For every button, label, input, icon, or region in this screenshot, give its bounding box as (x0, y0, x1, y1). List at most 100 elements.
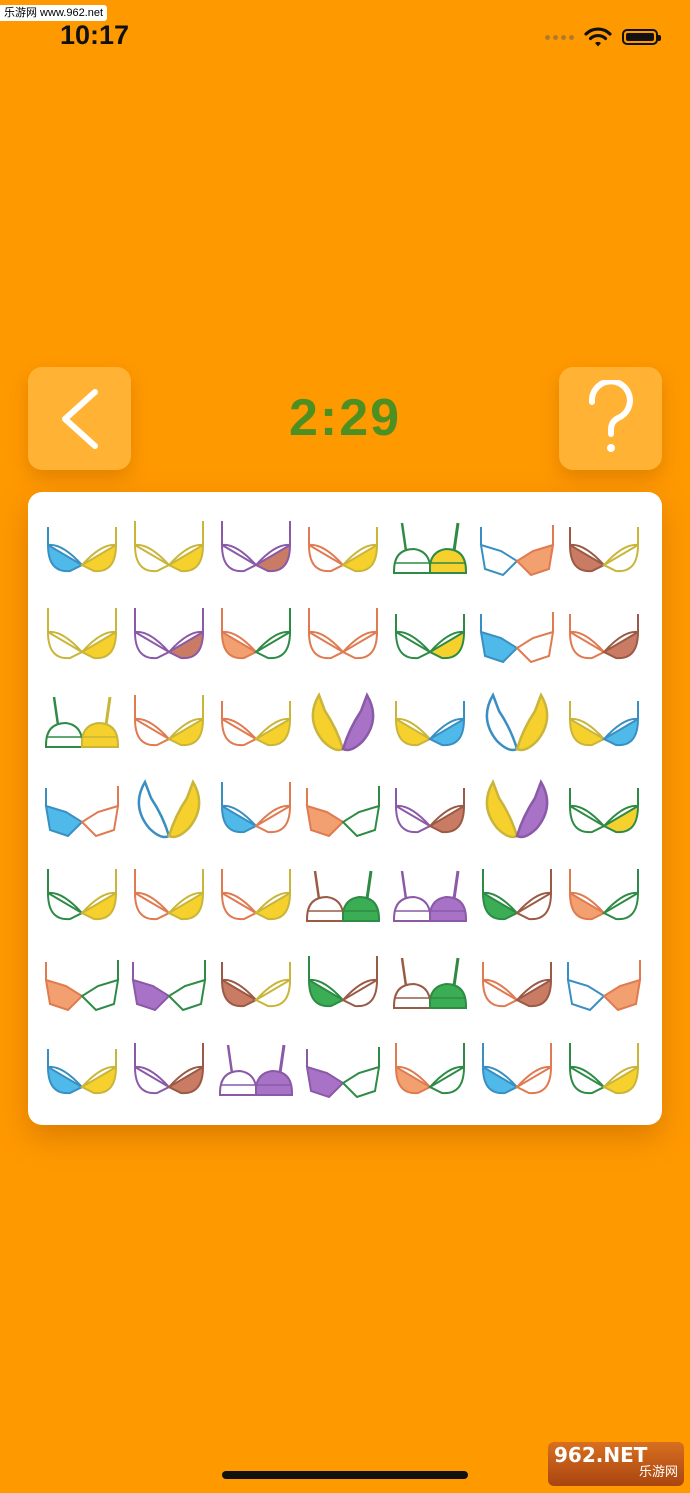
game-tile[interactable] (38, 854, 125, 941)
game-tile[interactable] (473, 680, 560, 767)
bra-icon (479, 611, 554, 663)
game-tile[interactable] (386, 941, 473, 1028)
game-tile[interactable] (125, 593, 212, 680)
bra-icon (394, 700, 465, 746)
game-tile[interactable] (560, 680, 647, 767)
game-tile[interactable] (299, 854, 386, 941)
game-tile[interactable] (38, 680, 125, 767)
bra-icon (568, 526, 639, 572)
bra-icon (44, 696, 119, 748)
game-tile[interactable] (212, 854, 299, 941)
game-tile[interactable] (212, 767, 299, 854)
question-mark-icon (588, 379, 633, 452)
help-button[interactable] (559, 367, 662, 470)
cellular-signal-icon (545, 34, 574, 40)
bra-icon (133, 694, 204, 746)
bra-icon (305, 870, 380, 922)
game-tile[interactable] (473, 593, 560, 680)
game-tile[interactable] (560, 767, 647, 854)
game-tile[interactable] (473, 506, 560, 593)
bra-icon (133, 1042, 204, 1094)
game-tile[interactable] (299, 680, 386, 767)
game-tile[interactable] (38, 767, 125, 854)
game-tile[interactable] (38, 1028, 125, 1115)
bra-icon (568, 868, 639, 920)
battery-icon (622, 29, 661, 45)
game-tile[interactable] (125, 506, 212, 593)
game-tile[interactable] (212, 593, 299, 680)
game-tile[interactable] (560, 1028, 647, 1115)
bra-icon (220, 607, 291, 659)
game-tile[interactable] (473, 1028, 560, 1115)
bra-icon (394, 613, 465, 659)
game-tile[interactable] (386, 680, 473, 767)
bra-icon (566, 959, 641, 1011)
bra-icon (307, 955, 378, 1007)
game-tile[interactable] (299, 593, 386, 680)
bra-icon (481, 1042, 552, 1094)
game-tile[interactable] (125, 680, 212, 767)
bra-icon (131, 959, 206, 1011)
bra-icon (392, 522, 467, 574)
game-tile[interactable] (212, 941, 299, 1028)
home-indicator[interactable] (222, 1471, 468, 1479)
bra-icon (394, 787, 465, 833)
game-tile[interactable] (560, 854, 647, 941)
bra-icon (479, 524, 554, 576)
bra-icon (307, 526, 378, 572)
game-tile[interactable] (125, 854, 212, 941)
bra-icon (46, 868, 117, 920)
game-tile[interactable] (473, 854, 560, 941)
bra-icon (568, 613, 639, 659)
bra-icon (392, 870, 467, 922)
watermark-top: 乐游网 www.962.net (0, 5, 108, 21)
bra-icon (394, 1042, 465, 1094)
game-tile[interactable] (386, 767, 473, 854)
watermark-sub: 乐游网 (638, 1465, 678, 1480)
bra-icon (568, 1042, 639, 1094)
game-tile[interactable] (473, 941, 560, 1028)
game-tile[interactable] (125, 941, 212, 1028)
bra-icon (46, 526, 117, 572)
bra-icon (46, 607, 117, 659)
game-tile[interactable] (212, 680, 299, 767)
game-tile[interactable] (299, 941, 386, 1028)
game-tile[interactable] (560, 506, 647, 593)
bra-icon (305, 1046, 380, 1098)
bra-icon (46, 1048, 117, 1094)
bra-icon (133, 607, 204, 659)
bra-icon (44, 785, 119, 837)
game-tile[interactable] (125, 1028, 212, 1115)
game-tile[interactable] (473, 767, 560, 854)
bra-icon (220, 781, 291, 833)
game-tile[interactable] (560, 941, 647, 1028)
bra-icon (220, 700, 291, 746)
game-tile[interactable] (386, 854, 473, 941)
tile-grid (38, 506, 647, 1115)
game-tile[interactable] (38, 593, 125, 680)
status-time: 10:17 (60, 20, 130, 50)
bra-icon (133, 520, 204, 572)
game-tile[interactable] (299, 767, 386, 854)
game-tile[interactable] (386, 1028, 473, 1115)
game-tile[interactable] (125, 767, 212, 854)
game-tile[interactable] (38, 506, 125, 593)
wifi-icon (584, 27, 612, 47)
game-tile[interactable] (386, 506, 473, 593)
bra-icon (481, 961, 552, 1007)
game-tile[interactable] (212, 1028, 299, 1115)
bra-icon (485, 691, 548, 751)
bra-icon (220, 868, 291, 920)
game-tile[interactable] (299, 1028, 386, 1115)
game-tile[interactable] (212, 506, 299, 593)
bra-icon (307, 607, 378, 659)
game-tile[interactable] (38, 941, 125, 1028)
game-tile[interactable] (299, 506, 386, 593)
game-tile[interactable] (386, 593, 473, 680)
game-tile[interactable] (560, 593, 647, 680)
bra-icon (218, 1044, 293, 1096)
status-icons (545, 26, 661, 48)
bra-icon (133, 868, 204, 920)
bra-icon (220, 961, 291, 1007)
bra-icon (485, 778, 548, 838)
